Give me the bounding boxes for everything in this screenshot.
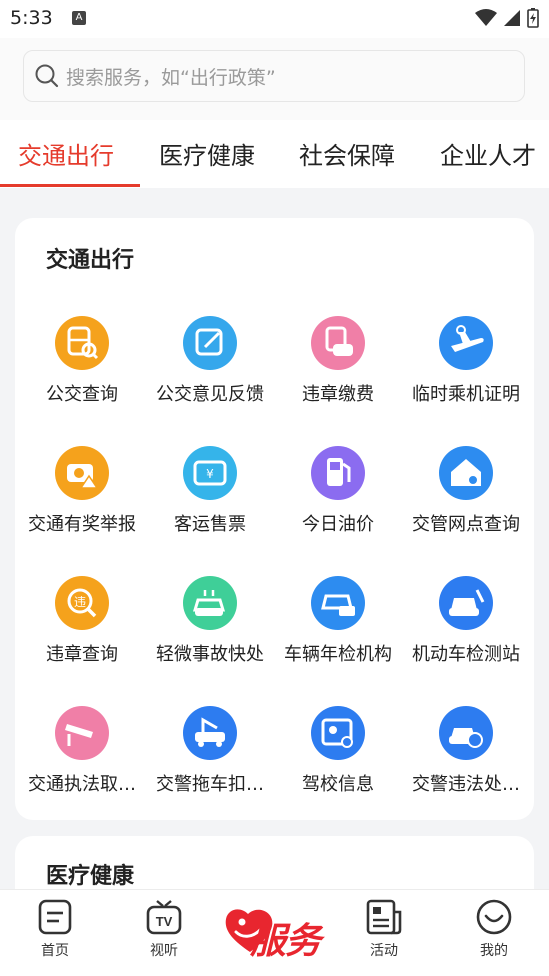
service-item[interactable]: 公交查询 <box>18 306 146 416</box>
section-title: 交通出行 <box>46 248 135 273</box>
police-car-icon <box>439 706 493 760</box>
category-tabs: 交通出行 医疗健康 社会保障 企业人才 <box>0 120 549 188</box>
service-item-label: 交通有奖举报 <box>28 514 136 535</box>
service-item[interactable]: 违违章查询 <box>18 566 146 676</box>
tab-medical[interactable]: 医疗健康 <box>159 136 255 171</box>
car-repair-icon <box>439 576 493 630</box>
fuel-pump-icon <box>311 446 365 500</box>
nav-tv-label: 视听 <box>150 943 178 959</box>
active-tab-indicator <box>0 184 140 187</box>
tab-enterprise-talent[interactable]: 企业人才 <box>440 136 536 171</box>
edit-feedback-icon <box>183 316 237 370</box>
service-item-label: 交警拖车扣… <box>156 774 264 795</box>
bottom-nav: 首页 TV 视听 服务 活动 我的 <box>0 889 549 976</box>
tow-truck-icon <box>183 706 237 760</box>
service-item-label: 违章查询 <box>46 644 118 665</box>
service-item-label: 公交查询 <box>46 384 118 405</box>
service-item[interactable]: 违章缴费 <box>274 306 402 416</box>
tv-icon: TV <box>146 900 182 935</box>
nav-home[interactable]: 首页 <box>15 898 95 960</box>
service-item-label: 公交意见反馈 <box>156 384 264 405</box>
nav-activity-label: 活动 <box>370 943 398 959</box>
service-item-label: 交通执法取… <box>28 774 136 795</box>
section-title: 医疗健康 <box>46 864 135 889</box>
ticket-icon: ¥ <box>183 446 237 500</box>
search-placeholder: 搜索服务，如“出行政策” <box>66 66 276 89</box>
search-input[interactable]: 搜索服务，如“出行政策” <box>23 50 525 102</box>
service-item-label: 临时乘机证明 <box>412 384 520 405</box>
svg-text:TV: TV <box>156 914 173 929</box>
violation-search-icon: 违 <box>55 576 109 630</box>
nav-mine[interactable]: 我的 <box>454 898 534 960</box>
driving-school-icon <box>311 706 365 760</box>
airplane-icon <box>439 316 493 370</box>
traffic-section-card: 交通出行 公交查询 公交意见反馈 违章缴费 临时乘机证明交通有奖举报 ¥ 客运售票 今日油价… <box>15 218 534 820</box>
service-item[interactable]: ¥ 客运售票 <box>146 436 274 546</box>
service-item[interactable]: 交通有奖举报 <box>18 436 146 546</box>
service-item-label: 交警违法处… <box>412 774 520 795</box>
battery-icon <box>527 8 539 28</box>
wifi-icon <box>475 9 497 26</box>
home-doc-icon <box>38 899 72 935</box>
service-item-label: 违章缴费 <box>302 384 374 405</box>
service-item[interactable]: 机动车检测站 <box>402 566 530 676</box>
service-item-label: 交管网点查询 <box>412 514 520 535</box>
service-item[interactable]: 交通执法取… <box>18 696 146 806</box>
car-ticket-icon <box>311 316 365 370</box>
keyboard-indicator-icon: A <box>72 11 86 25</box>
car-inspection-icon <box>311 576 365 630</box>
status-icons <box>475 8 539 28</box>
service-item-label: 轻微事故快处 <box>156 644 264 665</box>
newspaper-icon <box>366 899 402 935</box>
service-item-label: 驾校信息 <box>302 774 374 795</box>
nav-service-label: 服务 <box>250 921 321 962</box>
nav-mine-label: 我的 <box>480 943 508 959</box>
service-item[interactable]: 轻微事故快处 <box>146 566 274 676</box>
smile-icon <box>476 899 512 935</box>
nav-home-label: 首页 <box>41 943 69 959</box>
service-item[interactable]: 今日油价 <box>274 436 402 546</box>
accident-car-icon <box>183 576 237 630</box>
signal-icon <box>504 10 520 26</box>
service-item[interactable]: 临时乘机证明 <box>402 306 530 416</box>
tab-social-security[interactable]: 社会保障 <box>299 136 395 171</box>
svg-text:违: 违 <box>74 595 86 609</box>
office-search-icon <box>439 446 493 500</box>
search-icon <box>35 64 59 88</box>
service-item[interactable]: 车辆年检机构 <box>274 566 402 676</box>
search-area: 搜索服务，如“出行政策” <box>0 38 549 120</box>
surveillance-camera-icon <box>55 706 109 760</box>
status-bar: 5:33 A <box>0 0 549 38</box>
service-item[interactable]: 公交意见反馈 <box>146 306 274 416</box>
nav-activity[interactable]: 活动 <box>344 898 424 960</box>
service-item[interactable]: 驾校信息 <box>274 696 402 806</box>
nav-service[interactable]: 服务 <box>222 902 328 962</box>
service-item-label: 机动车检测站 <box>412 644 520 665</box>
status-time: 5:33 <box>10 7 53 29</box>
service-item-label: 客运售票 <box>174 514 246 535</box>
service-item[interactable]: 交警违法处… <box>402 696 530 806</box>
nav-tv[interactable]: TV 视听 <box>124 898 204 960</box>
tab-traffic[interactable]: 交通出行 <box>18 136 114 171</box>
svg-text:¥: ¥ <box>206 467 214 481</box>
service-item-label: 今日油价 <box>302 514 374 535</box>
service-item[interactable]: 交警拖车扣… <box>146 696 274 806</box>
bus-search-icon <box>55 316 109 370</box>
service-item[interactable]: 交管网点查询 <box>402 436 530 546</box>
camera-report-icon <box>55 446 109 500</box>
service-item-label: 车辆年检机构 <box>284 644 392 665</box>
